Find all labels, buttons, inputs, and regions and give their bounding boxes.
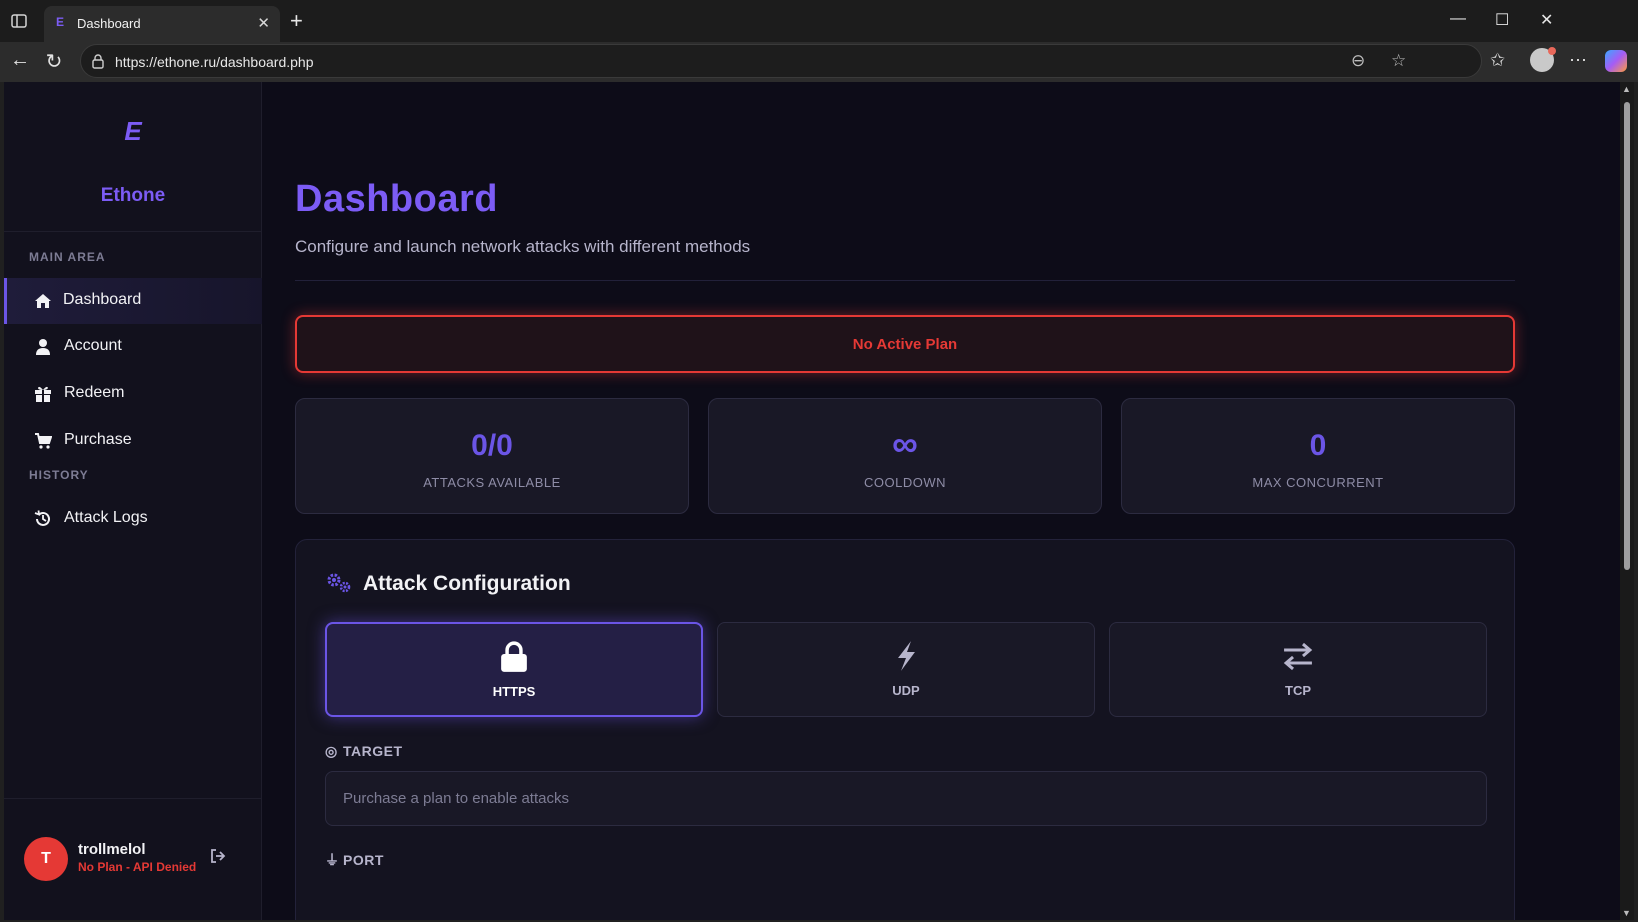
bolt-icon [898,641,915,671]
profile-avatar[interactable] [1530,47,1556,72]
method-udp-button[interactable]: UDP [717,622,1095,717]
username: trollmelol [78,841,146,858]
sidebar-item-label: Account [64,337,122,354]
port-label: ⏚ PORT [325,850,384,870]
browser-toolbar: ← ↻ https://ethone.ru/dashboard.php ⊖ ☆ … [0,42,1638,82]
target-label: ◎ TARGET [325,743,403,760]
maximize-icon[interactable]: ☐ [1495,10,1509,30]
stat-card-max-concurrent: 0 MAX CONCURRENT [1121,398,1515,514]
gift-icon [35,386,51,402]
section-label-history: HISTORY [29,468,89,482]
minimize-icon[interactable]: — [1450,10,1466,28]
alert-text: No Active Plan [852,336,958,353]
stat-label: COOLDOWN [864,475,946,490]
target-input[interactable] [325,771,1487,826]
page-subtitle: Configure and launch network attacks wit… [295,237,751,256]
home-icon [35,294,51,308]
sidebar-item-purchase[interactable]: Purchase [4,418,262,464]
browser-tab-dashboard[interactable]: E Dashboard ✕ [44,6,280,42]
logout-icon[interactable] [209,847,227,865]
stat-label: ATTACKS AVAILABLE [423,475,561,490]
attack-configuration-panel: Attack Configuration HTTPS UDP TCP ◎ TARG… [295,539,1515,920]
tab-close-icon[interactable]: ✕ [257,14,270,32]
sidebar-item-account[interactable]: Account [4,324,262,370]
plug-icon: ⏚ [325,852,340,868]
scroll-thumb[interactable] [1624,102,1630,570]
tab-favicon-icon: E [56,15,65,29]
port-label-text: PORT [343,852,384,868]
sidebar-item-label: Dashboard [63,291,142,308]
tab-title: Dashboard [77,16,141,31]
window-close-icon[interactable]: ✕ [1540,10,1553,30]
stat-label: MAX CONCURRENT [1252,475,1384,490]
section-label-main: MAIN AREA [29,250,106,264]
method-tcp-button[interactable]: TCP [1109,622,1487,717]
copilot-icon[interactable] [1605,50,1627,72]
sidebar-item-attack-logs[interactable]: Attack Logs [4,496,262,542]
more-options-icon[interactable]: ⋯ [1569,50,1587,71]
target-label-text: TARGET [343,743,403,759]
page-title: Dashboard [295,178,498,220]
config-title: Attack Configuration [363,572,571,595]
page-viewport: E Ethone MAIN AREA Dashboard Account Red… [4,82,1620,920]
back-icon[interactable]: ← [8,49,32,72]
reading-view-icon[interactable]: ⊖ [1351,51,1365,71]
exchange-icon [1283,642,1313,671]
user-plan-status: No Plan - API Denied [78,860,197,874]
main-content: Dashboard Configure and launch network a… [262,82,1620,920]
url-text[interactable]: https://ethone.ru/dashboard.php [115,54,313,70]
sidebar-item-label: Purchase [64,431,132,448]
method-https-button[interactable]: HTTPS [325,622,703,717]
stat-card-attacks-available: 0/0 ATTACKS AVAILABLE [295,398,689,514]
tab-actions-icon[interactable] [10,12,28,30]
user-card: T trollmelol No Plan - API Denied [4,798,262,920]
method-label: UDP [892,683,920,698]
sidebar-item-label: Attack Logs [64,509,148,526]
sidebar-item-redeem[interactable]: Redeem [4,371,262,417]
divider [295,280,1515,281]
sidebar-item-label: Redeem [64,384,125,401]
address-bar[interactable]: https://ethone.ru/dashboard.php ⊖ ☆ [80,44,1482,78]
brand-logo: E [124,116,142,146]
new-tab-icon[interactable]: + [290,8,303,34]
stat-value: 0 [1309,429,1327,462]
brand[interactable]: E Ethone [4,82,262,232]
method-label: TCP [1285,683,1311,698]
reload-icon[interactable]: ↻ [42,49,66,74]
stat-value: 0/0 [471,429,513,462]
avatar[interactable]: T [24,837,68,881]
sidebar-item-dashboard[interactable]: Dashboard [4,278,262,324]
history-icon [34,510,50,526]
favorites-icon[interactable]: ✩ [1490,50,1505,71]
browser-titlebar: E Dashboard ✕ + — ☐ ✕ [0,0,1638,42]
user-icon [36,339,50,355]
method-label: HTTPS [492,684,536,699]
site-info-lock-icon[interactable] [91,53,105,69]
target-icon: ◎ [325,743,338,759]
scroll-down-icon[interactable]: ▼ [1622,908,1631,918]
no-plan-alert: No Active Plan [295,315,1515,373]
stat-card-cooldown: ∞ COOLDOWN [708,398,1102,514]
brand-name: Ethone [100,185,166,206]
lock-icon [501,641,527,672]
sidebar: E Ethone MAIN AREA Dashboard Account Red… [4,82,262,920]
cogs-icon [327,573,351,593]
scroll-up-icon[interactable]: ▲ [1622,84,1631,94]
page-scrollbar[interactable]: ▲ ▼ [1620,82,1634,920]
favorite-star-icon[interactable]: ☆ [1391,51,1406,71]
stat-value: ∞ [892,423,918,464]
cart-icon [35,433,52,449]
